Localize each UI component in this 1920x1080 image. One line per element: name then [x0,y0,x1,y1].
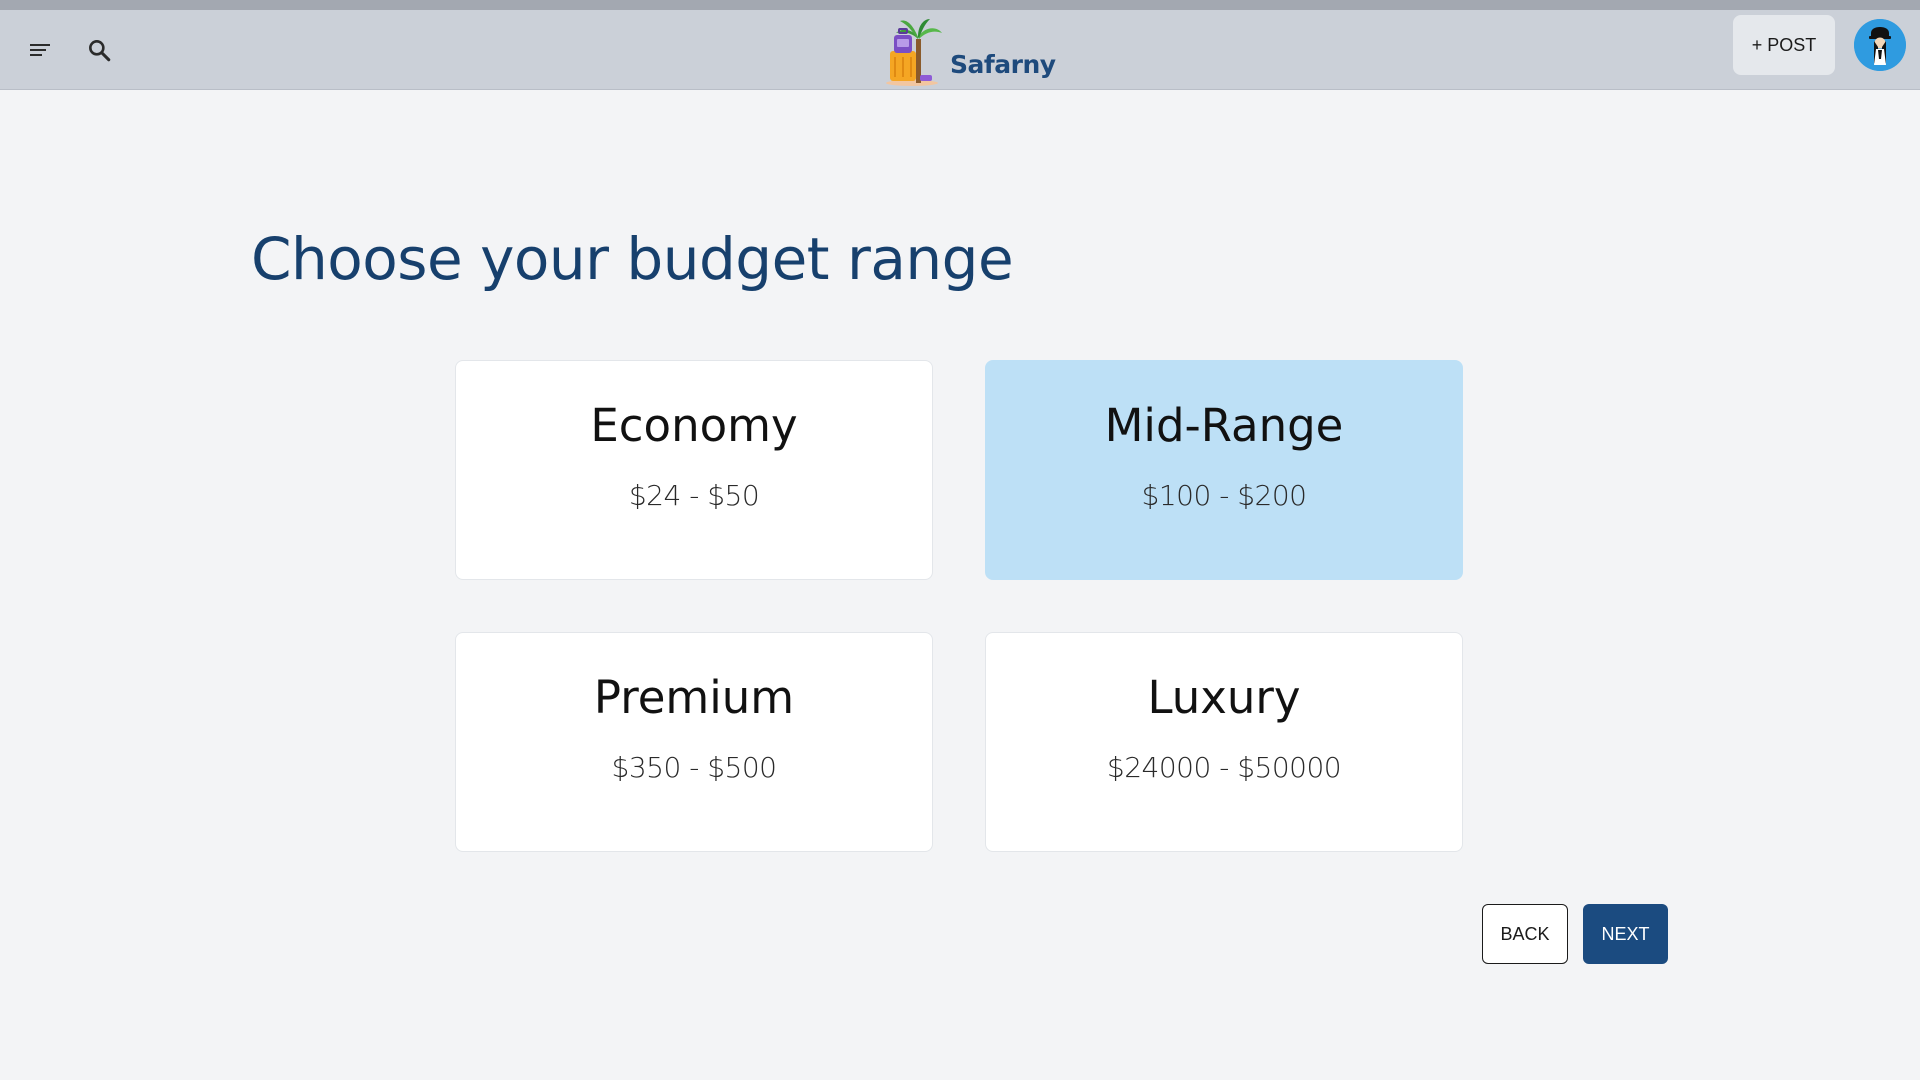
page-title: Choose your budget range [251,225,1014,293]
option-name: Mid-Range [1104,399,1344,452]
brand-logo[interactable]: Safarny [882,10,1056,89]
budget-option-luxury[interactable]: Luxury $24000 - $50000 [985,632,1463,852]
user-avatar[interactable] [1854,19,1906,71]
top-strip [0,0,1920,10]
back-button[interactable]: BACK [1482,904,1568,964]
option-price-range: $350 - $500 [611,751,777,784]
search-icon [89,40,111,62]
app-header: Safarny + POST [0,10,1920,90]
budget-option-economy[interactable]: Economy $24 - $50 [455,360,933,580]
menu-icon [30,44,50,56]
option-name: Premium [593,671,795,724]
search-button[interactable] [77,28,121,72]
logo-suitcase-palm-icon [886,19,942,86]
option-name: Luxury [1147,671,1301,724]
next-button[interactable]: NEXT [1583,904,1668,964]
budget-option-premium[interactable]: Premium $350 - $500 [455,632,933,852]
brand-name: Safarny [950,50,1056,79]
option-name: Economy [590,399,798,452]
budget-option-mid-range[interactable]: Mid-Range $100 - $200 [985,360,1463,580]
menu-button[interactable] [18,28,62,72]
option-price-range: $100 - $200 [1141,479,1307,512]
post-button[interactable]: + POST [1733,15,1835,75]
option-price-range: $24 - $50 [628,479,760,512]
avatar-person-icon [1854,19,1906,71]
option-price-range: $24000 - $50000 [1106,751,1342,784]
